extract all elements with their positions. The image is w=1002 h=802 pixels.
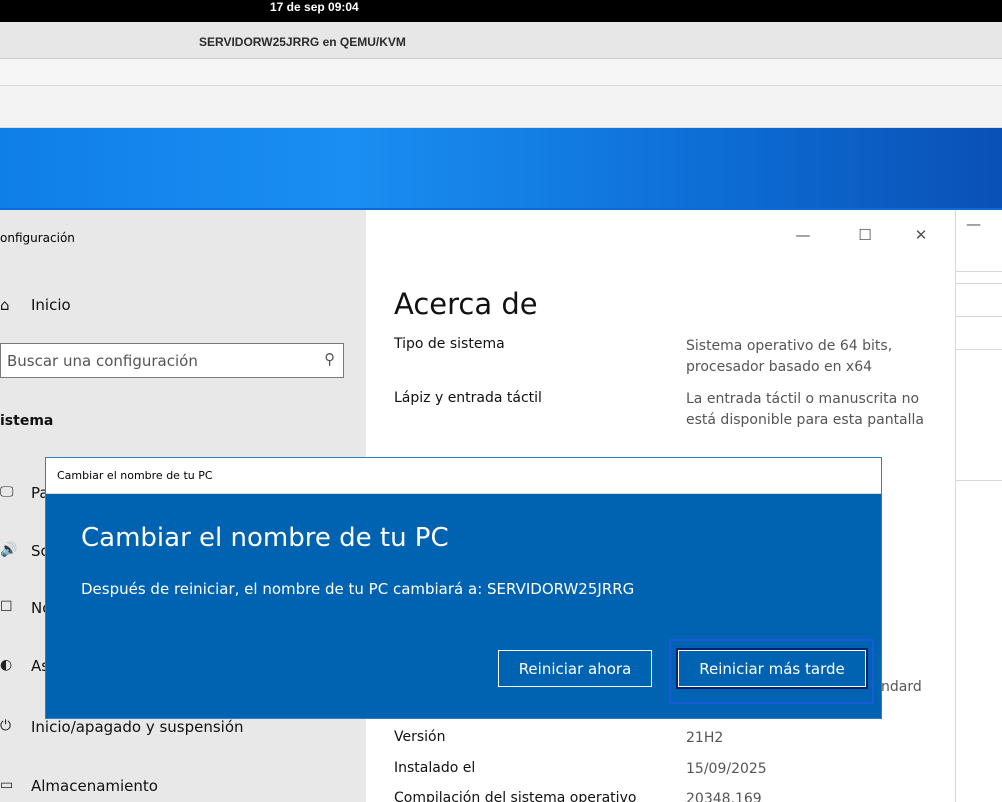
maximize-button[interactable]: ☐ — [850, 226, 880, 244]
divider — [956, 480, 1002, 481]
spec-value: Sistema operativo de 64 bits, procesador… — [686, 338, 893, 375]
dialog-titlebar: Cambiar el nombre de tu PC — [46, 458, 881, 494]
display-icon: 🖵 — [0, 484, 14, 500]
divider — [956, 349, 1002, 350]
divider — [956, 316, 1002, 317]
storage-icon: ▭ — [0, 777, 14, 793]
spec-label: Tipo de sistema — [394, 336, 505, 352]
nav-item-label: Inicio/apagado y suspensión — [31, 718, 244, 736]
window-controls: — ☐ ✕ — [780, 226, 955, 248]
dialog-heading: Cambiar el nombre de tu PC — [81, 523, 449, 553]
spec-value: 20348.169 — [686, 791, 762, 802]
spec-value: La entrada táctil o manuscrita no está d… — [686, 391, 924, 428]
vm-toolbar-secondary — [0, 86, 1002, 128]
divider — [956, 283, 1002, 284]
restart-now-button[interactable]: Reiniciar ahora — [498, 650, 652, 687]
vm-window-titlebar: SERVIDORW25JRRG en QEMU/KVM — [0, 22, 1002, 59]
focus-assist-icon: ◐ — [0, 657, 13, 673]
vm-window-title: SERVIDORW25JRRG en QEMU/KVM — [199, 35, 406, 49]
spec-label: Versión — [394, 729, 446, 745]
dialog-message: Después de reiniciar, el nombre de tu PC… — [81, 580, 635, 598]
minimize-button[interactable]: — — [788, 226, 818, 244]
spec-value: ndard — [881, 679, 922, 695]
search-placeholder: Buscar una configuración — [7, 352, 198, 370]
divider — [956, 271, 1002, 272]
spec-value: 15/09/2025 — [686, 761, 767, 777]
spec-value: 21H2 — [686, 730, 724, 746]
home-icon: ⌂ — [0, 296, 10, 314]
background-window: — — [955, 210, 1002, 802]
vm-toolbar — [0, 59, 1002, 86]
rename-pc-dialog: Cambiar el nombre de tu PC Cambiar el no… — [45, 457, 882, 719]
spec-label: Instalado el — [394, 760, 476, 776]
clock[interactable]: 17 de sep 09:04 — [270, 0, 359, 14]
notifications-icon: ☐ — [0, 599, 13, 615]
power-icon: ⏻ — [0, 718, 12, 734]
sound-icon: 🔊 — [0, 542, 18, 558]
settings-search-input[interactable]: Buscar una configuración ⚲ — [0, 343, 344, 378]
search-icon[interactable]: ⚲ — [324, 350, 335, 368]
restart-later-button[interactable]: Reiniciar más tarde — [676, 648, 868, 689]
spec-label: Lápiz y entrada táctil — [394, 390, 542, 406]
nav-section-title: istema — [0, 413, 54, 429]
spec-label: Compilación del sistema operativo — [394, 790, 637, 802]
page-title: Acerca de — [394, 287, 538, 321]
minimize-button[interactable]: — — [966, 215, 981, 233]
nav-item-label: Almacenamiento — [31, 777, 158, 795]
dialog-window-title: Cambiar el nombre de tu PC — [57, 469, 213, 482]
close-button[interactable]: ✕ — [906, 226, 936, 244]
nav-home-label: Inicio — [31, 296, 71, 314]
system-top-bar: 17 de sep 09:04 — [0, 0, 1002, 22]
settings-window-title: onfiguración — [0, 231, 75, 245]
